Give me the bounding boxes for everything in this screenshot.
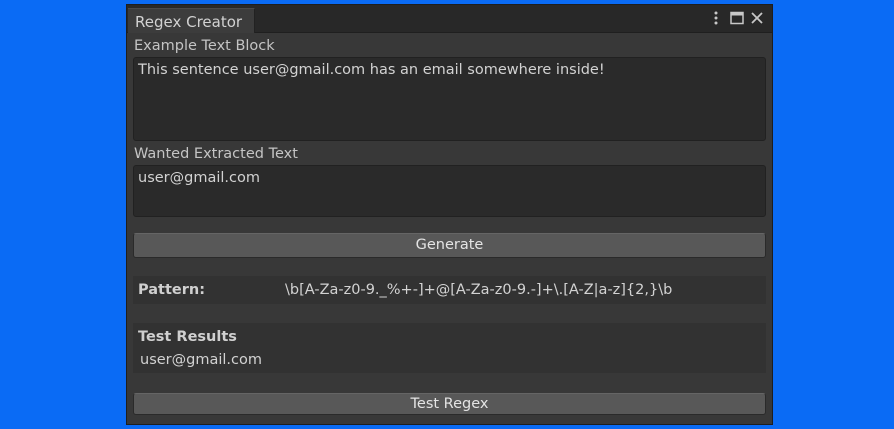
window-title: Regex Creator: [135, 13, 243, 31]
close-icon[interactable]: [749, 10, 765, 26]
more-options-icon[interactable]: [708, 10, 724, 26]
wanted-text-value: user@gmail.com: [138, 170, 260, 186]
wanted-text-area[interactable]: user@gmail.com: [133, 165, 766, 217]
wanted-text-label: Wanted Extracted Text: [134, 146, 298, 162]
test-results-title: Test Results: [138, 329, 237, 345]
example-text-area[interactable]: This sentence user@gmail.com has an emai…: [133, 57, 766, 141]
window-titlebar: Regex Creator: [127, 5, 772, 33]
window-tab[interactable]: Regex Creator: [128, 8, 255, 33]
example-text-value: This sentence user@gmail.com has an emai…: [138, 62, 605, 78]
pattern-value[interactable]: \b[A-Za-z0-9._%+-]+@[A-Za-z0-9.-]+\.[A-Z…: [285, 282, 672, 298]
generate-button[interactable]: Generate: [133, 233, 766, 258]
pattern-row: Pattern: \b[A-Za-z0-9._%+-]+@[A-Za-z0-9.…: [133, 276, 766, 304]
regex-creator-window: Regex Creator Example Text Block This se…: [127, 5, 772, 424]
example-text-label: Example Text Block: [134, 38, 275, 54]
pattern-label: Pattern:: [138, 282, 205, 298]
test-results-value: user@gmail.com: [140, 352, 262, 368]
test-results-panel: Test Results user@gmail.com: [133, 323, 766, 373]
maximize-icon[interactable]: [729, 10, 745, 26]
test-regex-button[interactable]: Test Regex: [133, 393, 766, 415]
